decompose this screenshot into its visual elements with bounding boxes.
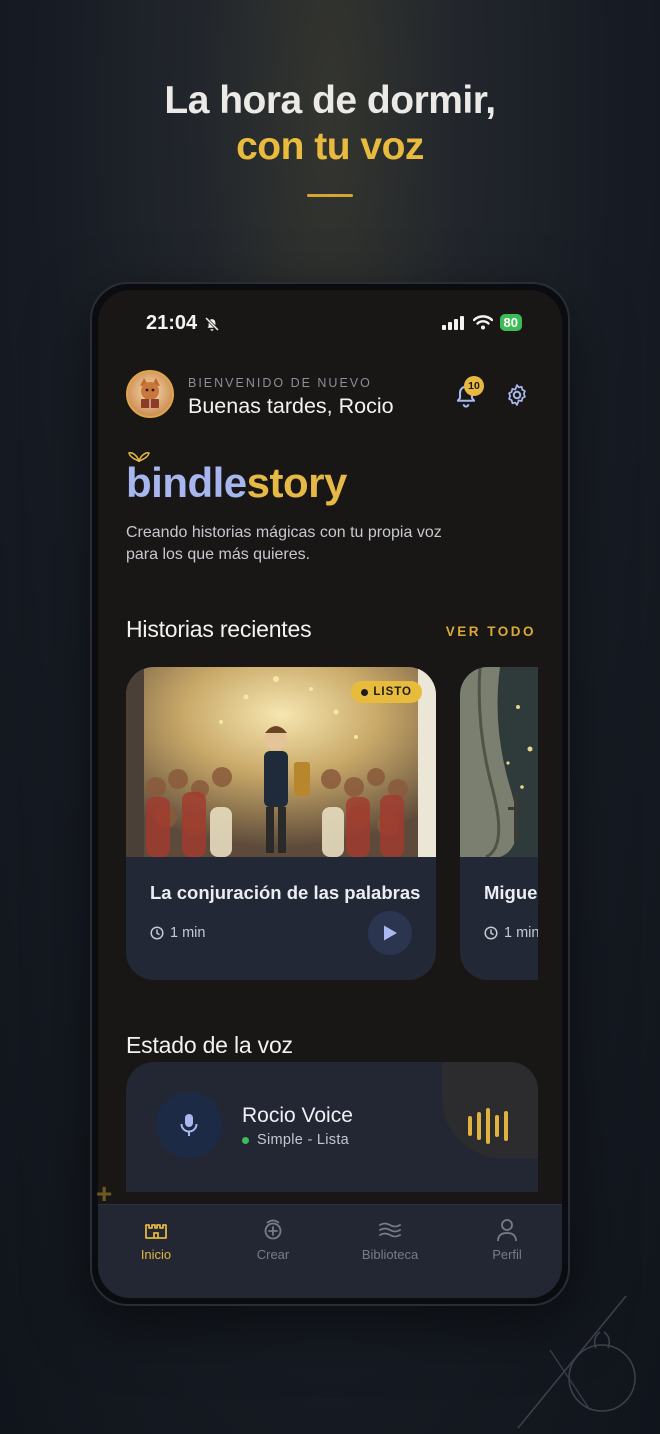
hero-line-1: La hora de dormir, <box>164 79 496 122</box>
profile-icon <box>497 1219 517 1242</box>
voice-status-title: Estado de la voz <box>126 1032 293 1058</box>
bottom-tab-bar: Inicio Crear Biblioteca Perfil <box>98 1204 562 1298</box>
story-card-body: Migue 1 min <box>460 857 538 980</box>
fox-reading-icon <box>140 378 160 408</box>
story-card[interactable]: Migue 1 min <box>460 667 538 980</box>
ready-badge: LISTO <box>351 681 422 703</box>
plus-decoration-icon: + <box>96 1178 113 1209</box>
voice-status-card[interactable]: Rocio Voice Simple - Lista <box>126 1062 538 1192</box>
tab-biblioteca[interactable]: Biblioteca <box>340 1217 440 1262</box>
mic-button[interactable] <box>156 1092 222 1158</box>
brand-logo: bindlestory <box>126 452 348 508</box>
story-illustration <box>460 667 538 857</box>
voice-status-text: Simple - Lista <box>257 1132 350 1148</box>
story-illustration: LISTO <box>126 667 436 857</box>
clock-icon <box>484 926 498 940</box>
tab-label: Crear <box>256 1247 290 1262</box>
tab-perfil[interactable]: Perfil <box>457 1217 557 1262</box>
story-title: La conjuración de las palabras <box>150 882 421 903</box>
story-duration-text: 1 min <box>170 925 206 941</box>
app-screen: 21:04 80 BIENVENIDO DE NUEVO Buenas tard… <box>98 290 562 1298</box>
hero-divider <box>307 194 353 197</box>
app-header: BIENVENIDO DE NUEVO Buenas tardes, Rocio… <box>126 368 536 420</box>
brand-word-bindle: bindle <box>126 459 247 506</box>
story-duration: 1 min <box>150 925 205 941</box>
play-icon <box>384 925 397 941</box>
tab-crear[interactable]: Crear <box>223 1217 323 1262</box>
story-duration-text: 1 min <box>504 925 538 941</box>
welcome-label: BIENVENIDO DE NUEVO <box>188 376 372 390</box>
tab-label: Biblioteca <box>361 1247 419 1262</box>
story-card[interactable]: LISTO La conjuración de las palabras 1 m… <box>126 667 436 980</box>
status-time-group: 21:04 <box>146 312 221 335</box>
status-dot <box>242 1136 249 1144</box>
ready-badge-label: LISTO <box>373 686 412 698</box>
bell-muted-icon <box>205 316 220 331</box>
see-all-link[interactable]: VER TODO <box>446 624 536 639</box>
hero-heading: La hora de dormir, con tu voz <box>0 78 660 197</box>
story-duration: 1 min <box>484 925 538 941</box>
audio-wave-icon <box>468 1108 508 1144</box>
story-card-body: La conjuración de las palabras 1 min <box>126 857 436 980</box>
library-icon <box>379 1222 401 1238</box>
brand-word-story: story <box>246 459 348 506</box>
recent-stories-carousel[interactable]: LISTO La conjuración de las palabras 1 m… <box>126 667 538 982</box>
recent-stories-header: Historias recientes VER TODO <box>126 616 536 643</box>
play-button[interactable] <box>368 911 412 955</box>
hero-line-2: con tu voz <box>236 125 424 168</box>
phone-frame: 21:04 80 BIENVENIDO DE NUEVO Buenas tard… <box>90 282 570 1306</box>
status-indicators: 80 <box>441 314 522 331</box>
gear-icon[interactable] <box>504 382 530 408</box>
story-title: Migue <box>484 882 538 903</box>
create-icon <box>264 1219 282 1240</box>
sprout-icon <box>128 452 150 462</box>
tab-label: Perfil <box>492 1247 522 1262</box>
tab-inicio[interactable]: Inicio <box>106 1217 206 1262</box>
brand-tagline: Creando historias mágicas con tu propia … <box>126 524 442 563</box>
clock-icon <box>150 926 164 940</box>
wifi-icon <box>472 315 493 330</box>
greeting: Buenas tardes, Rocio <box>188 394 394 418</box>
ready-dot <box>361 688 369 696</box>
notification-badge: 10 <box>464 376 484 396</box>
voice-name: Rocio Voice <box>242 1104 353 1127</box>
voice-status: Simple - Lista <box>242 1132 349 1148</box>
tab-label: Inicio <box>140 1247 172 1262</box>
avatar[interactable] <box>126 370 174 418</box>
status-bar: 21:04 80 <box>98 310 562 340</box>
cellular-signal-icon <box>441 315 464 330</box>
home-castle-icon <box>145 1224 167 1239</box>
microphone-icon <box>180 1114 198 1136</box>
voice-status-header: Estado de la voz <box>126 1032 536 1059</box>
bindle-watermark-icon <box>517 1295 636 1429</box>
status-time: 21:04 <box>146 312 198 334</box>
story-scene-image <box>460 667 538 857</box>
battery-indicator: 80 <box>499 314 522 331</box>
